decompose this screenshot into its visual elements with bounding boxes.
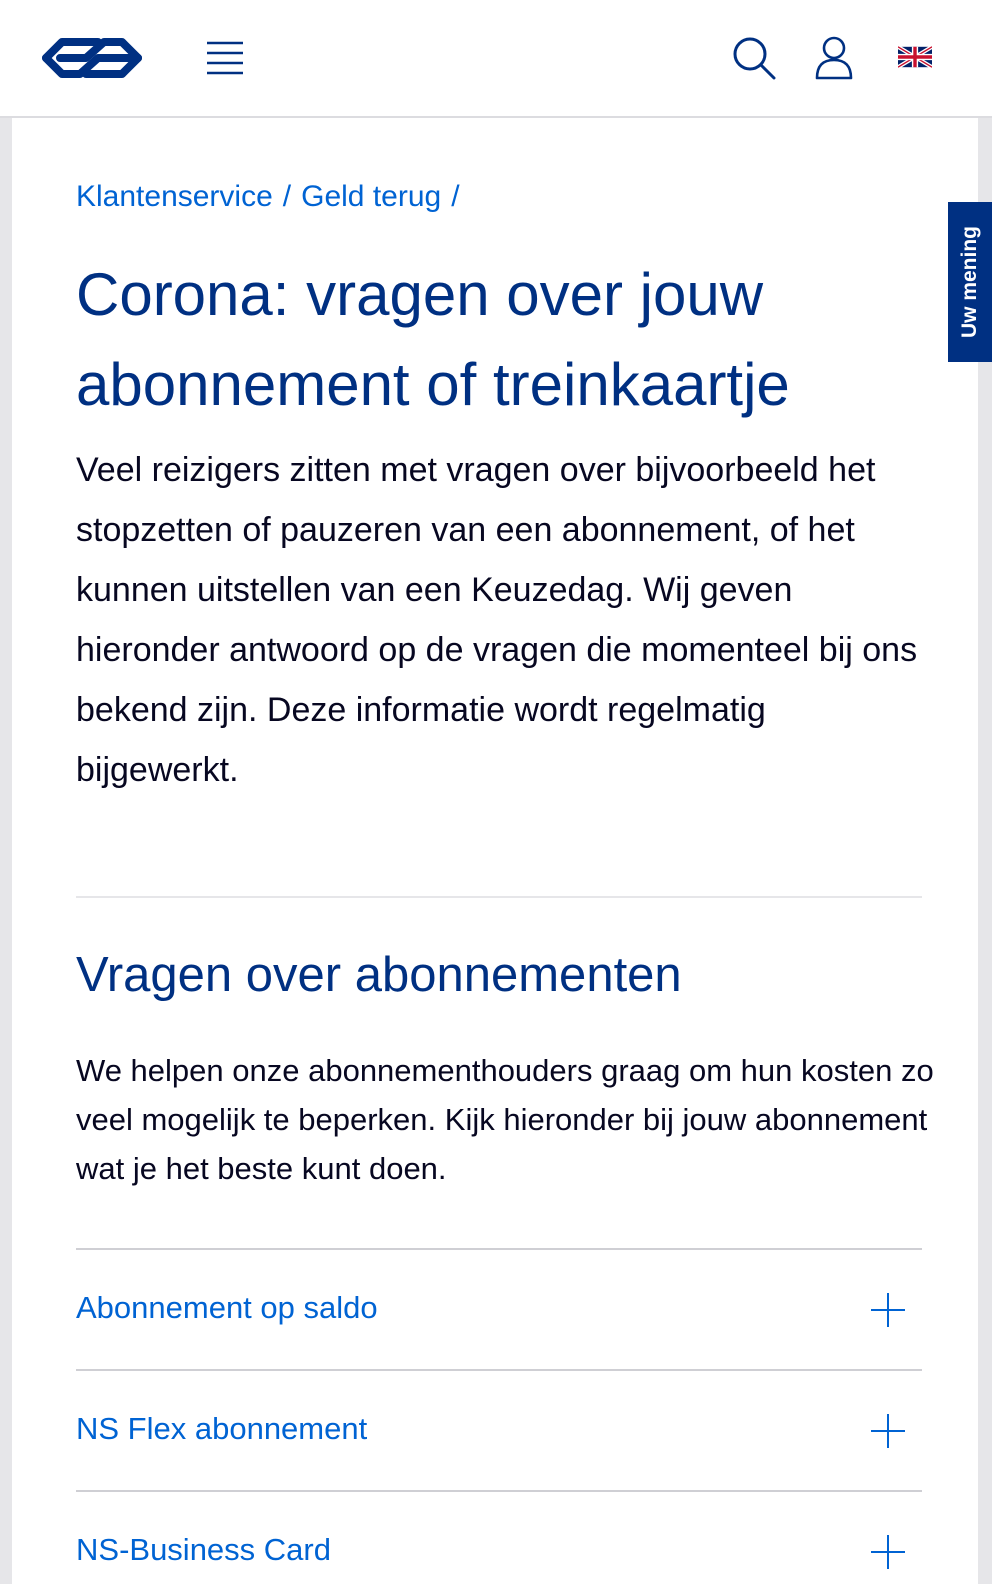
breadcrumb-separator: / bbox=[451, 180, 460, 213]
page-title: Corona: vragen over jouw abonnement of t… bbox=[76, 261, 790, 418]
plus-icon[interactable] bbox=[870, 1292, 906, 1328]
hamburger-menu-icon[interactable] bbox=[206, 40, 244, 76]
subscription-accordion: Abonnement op saldo NS Flex abonnement N… bbox=[76, 1248, 922, 1584]
breadcrumb-item-klantenservice[interactable]: Klantenservice bbox=[76, 180, 273, 213]
accordion-item-label: Abonnement op saldo bbox=[76, 1290, 378, 1325]
section-description: We helpen onze abonnementhouders graag o… bbox=[76, 1053, 934, 1186]
uk-flag-icon[interactable] bbox=[898, 46, 932, 68]
feedback-tab[interactable]: Uw mening bbox=[948, 202, 992, 362]
accordion-item-abonnement-op-saldo[interactable]: Abonnement op saldo bbox=[76, 1248, 922, 1369]
section-title: Vragen over abonnementen bbox=[76, 948, 682, 1002]
feedback-tab-label: Uw mening bbox=[958, 225, 981, 339]
plus-icon[interactable] bbox=[870, 1413, 906, 1449]
intro-paragraph: Veel reizigers zitten met vragen over bi… bbox=[76, 451, 918, 789]
search-icon[interactable] bbox=[732, 36, 776, 80]
accordion-item-ns-flex-abonnement[interactable]: NS Flex abonnement bbox=[76, 1369, 922, 1490]
user-icon[interactable] bbox=[814, 36, 854, 80]
breadcrumb-item-geld-terug[interactable]: Geld terug bbox=[301, 180, 441, 213]
plus-icon[interactable] bbox=[870, 1534, 906, 1570]
top-header bbox=[0, 0, 992, 118]
ns-logo-icon[interactable] bbox=[40, 36, 144, 80]
accordion-item-label: NS-Business Card bbox=[76, 1532, 331, 1567]
main-content: Klantenservice / Geld terug / Corona: vrage… bbox=[12, 118, 978, 1584]
breadcrumb: Klantenservice / Geld terug / bbox=[76, 180, 470, 214]
breadcrumb-separator: / bbox=[282, 180, 292, 213]
section-divider bbox=[76, 896, 922, 898]
accordion-item-ns-business-card[interactable]: NS-Business Card bbox=[76, 1490, 922, 1584]
accordion-item-label: NS Flex abonnement bbox=[76, 1411, 368, 1446]
